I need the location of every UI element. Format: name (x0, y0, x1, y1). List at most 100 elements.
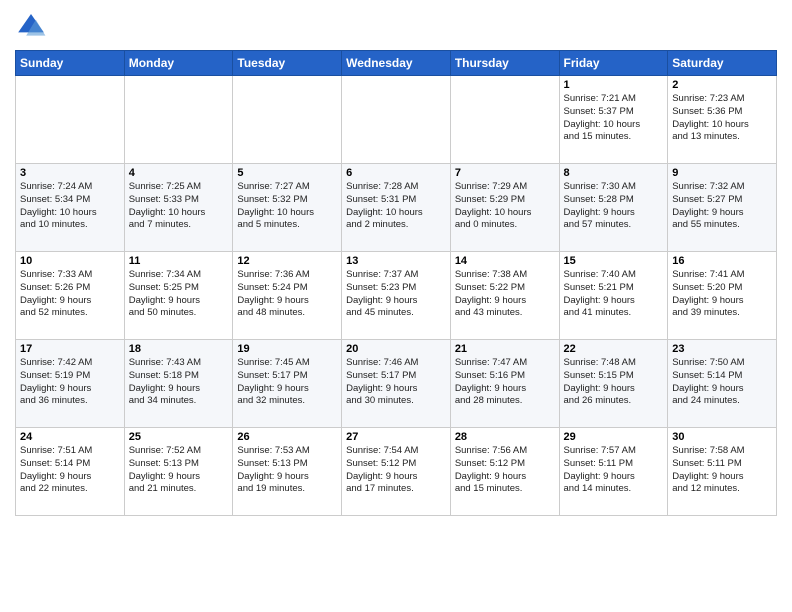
day-number: 20 (346, 343, 446, 355)
day-info: Sunrise: 7:51 AM Sunset: 5:14 PM Dayligh… (20, 445, 120, 496)
day-cell: 12 Sunrise: 7:36 AM Sunset: 5:24 PM Dayli… (233, 252, 342, 340)
col-header-friday: Friday (559, 51, 668, 76)
day-number: 24 (20, 431, 120, 443)
day-info: Sunrise: 7:37 AM Sunset: 5:23 PM Dayligh… (346, 269, 446, 320)
day-info: Sunrise: 7:56 AM Sunset: 5:12 PM Dayligh… (455, 445, 555, 496)
day-cell: 22 Sunrise: 7:48 AM Sunset: 5:15 PM Dayli… (559, 340, 668, 428)
day-cell: 21 Sunrise: 7:47 AM Sunset: 5:16 PM Dayli… (450, 340, 559, 428)
day-info: Sunrise: 7:46 AM Sunset: 5:17 PM Dayligh… (346, 357, 446, 408)
day-number: 23 (672, 343, 772, 355)
day-info: Sunrise: 7:40 AM Sunset: 5:21 PM Dayligh… (564, 269, 664, 320)
day-info: Sunrise: 7:47 AM Sunset: 5:16 PM Dayligh… (455, 357, 555, 408)
day-info: Sunrise: 7:21 AM Sunset: 5:37 PM Dayligh… (564, 93, 664, 144)
day-cell: 29 Sunrise: 7:57 AM Sunset: 5:11 PM Dayli… (559, 428, 668, 516)
day-cell: 20 Sunrise: 7:46 AM Sunset: 5:17 PM Dayli… (342, 340, 451, 428)
day-cell: 26 Sunrise: 7:53 AM Sunset: 5:13 PM Dayli… (233, 428, 342, 516)
day-number: 12 (237, 255, 337, 267)
col-header-thursday: Thursday (450, 51, 559, 76)
day-info: Sunrise: 7:38 AM Sunset: 5:22 PM Dayligh… (455, 269, 555, 320)
day-cell (342, 76, 451, 164)
day-number: 7 (455, 167, 555, 179)
col-header-wednesday: Wednesday (342, 51, 451, 76)
day-cell: 10 Sunrise: 7:33 AM Sunset: 5:26 PM Dayli… (16, 252, 125, 340)
day-number: 13 (346, 255, 446, 267)
col-header-monday: Monday (124, 51, 233, 76)
day-info: Sunrise: 7:23 AM Sunset: 5:36 PM Dayligh… (672, 93, 772, 144)
day-info: Sunrise: 7:28 AM Sunset: 5:31 PM Dayligh… (346, 181, 446, 232)
col-header-tuesday: Tuesday (233, 51, 342, 76)
day-number: 1 (564, 79, 664, 91)
day-info: Sunrise: 7:42 AM Sunset: 5:19 PM Dayligh… (20, 357, 120, 408)
logo-icon (15, 10, 47, 42)
day-info: Sunrise: 7:58 AM Sunset: 5:11 PM Dayligh… (672, 445, 772, 496)
day-cell: 30Sunrise: 7:58 AM Sunset: 5:11 PM Dayli… (668, 428, 777, 516)
day-number: 5 (237, 167, 337, 179)
day-cell: 16Sunrise: 7:41 AM Sunset: 5:20 PM Dayli… (668, 252, 777, 340)
day-cell: 6 Sunrise: 7:28 AM Sunset: 5:31 PM Daylig… (342, 164, 451, 252)
day-info: Sunrise: 7:27 AM Sunset: 5:32 PM Dayligh… (237, 181, 337, 232)
day-cell: 18 Sunrise: 7:43 AM Sunset: 5:18 PM Dayli… (124, 340, 233, 428)
page: SundayMondayTuesdayWednesdayThursdayFrid… (0, 0, 792, 612)
day-info: Sunrise: 7:53 AM Sunset: 5:13 PM Dayligh… (237, 445, 337, 496)
day-cell (124, 76, 233, 164)
day-cell: 3 Sunrise: 7:24 AM Sunset: 5:34 PM Daylig… (16, 164, 125, 252)
week-row-1: 1 Sunrise: 7:21 AM Sunset: 5:37 PM Daylig… (16, 76, 777, 164)
day-cell: 24 Sunrise: 7:51 AM Sunset: 5:14 PM Dayli… (16, 428, 125, 516)
day-info: Sunrise: 7:30 AM Sunset: 5:28 PM Dayligh… (564, 181, 664, 232)
day-info: Sunrise: 7:48 AM Sunset: 5:15 PM Dayligh… (564, 357, 664, 408)
col-header-saturday: Saturday (668, 51, 777, 76)
day-number: 10 (20, 255, 120, 267)
day-number: 29 (564, 431, 664, 443)
day-cell: 13 Sunrise: 7:37 AM Sunset: 5:23 PM Dayli… (342, 252, 451, 340)
day-number: 3 (20, 167, 120, 179)
day-cell: 9 Sunrise: 7:32 AM Sunset: 5:27 PM Daylig… (668, 164, 777, 252)
day-cell: 8 Sunrise: 7:30 AM Sunset: 5:28 PM Daylig… (559, 164, 668, 252)
day-number: 18 (129, 343, 229, 355)
day-cell: 25Sunrise: 7:52 AM Sunset: 5:13 PM Dayli… (124, 428, 233, 516)
day-cell: 5 Sunrise: 7:27 AM Sunset: 5:32 PM Daylig… (233, 164, 342, 252)
day-number: 16 (672, 255, 772, 267)
day-info: Sunrise: 7:24 AM Sunset: 5:34 PM Dayligh… (20, 181, 120, 232)
day-number: 19 (237, 343, 337, 355)
header-row: SundayMondayTuesdayWednesdayThursdayFrid… (16, 51, 777, 76)
day-cell: 19 Sunrise: 7:45 AM Sunset: 5:17 PM Dayli… (233, 340, 342, 428)
day-number: 22 (564, 343, 664, 355)
day-info: Sunrise: 7:54 AM Sunset: 5:12 PM Dayligh… (346, 445, 446, 496)
day-cell: 11Sunrise: 7:34 AM Sunset: 5:25 PM Dayli… (124, 252, 233, 340)
day-number: 25 (129, 431, 229, 443)
day-cell: 4 Sunrise: 7:25 AM Sunset: 5:33 PM Daylig… (124, 164, 233, 252)
day-cell: 2 Sunrise: 7:23 AM Sunset: 5:36 PM Daylig… (668, 76, 777, 164)
day-info: Sunrise: 7:33 AM Sunset: 5:26 PM Dayligh… (20, 269, 120, 320)
day-number: 27 (346, 431, 446, 443)
week-row-3: 10 Sunrise: 7:33 AM Sunset: 5:26 PM Dayli… (16, 252, 777, 340)
day-number: 26 (237, 431, 337, 443)
day-number: 28 (455, 431, 555, 443)
day-number: 2 (672, 79, 772, 91)
day-info: Sunrise: 7:25 AM Sunset: 5:33 PM Dayligh… (129, 181, 229, 232)
day-info: Sunrise: 7:32 AM Sunset: 5:27 PM Dayligh… (672, 181, 772, 232)
day-cell: 17Sunrise: 7:42 AM Sunset: 5:19 PM Dayli… (16, 340, 125, 428)
day-number: 4 (129, 167, 229, 179)
week-row-5: 24 Sunrise: 7:51 AM Sunset: 5:14 PM Dayli… (16, 428, 777, 516)
day-info: Sunrise: 7:43 AM Sunset: 5:18 PM Dayligh… (129, 357, 229, 408)
week-row-2: 3 Sunrise: 7:24 AM Sunset: 5:34 PM Daylig… (16, 164, 777, 252)
day-number: 14 (455, 255, 555, 267)
day-number: 6 (346, 167, 446, 179)
day-cell (233, 76, 342, 164)
day-number: 15 (564, 255, 664, 267)
day-info: Sunrise: 7:29 AM Sunset: 5:29 PM Dayligh… (455, 181, 555, 232)
day-info: Sunrise: 7:45 AM Sunset: 5:17 PM Dayligh… (237, 357, 337, 408)
day-info: Sunrise: 7:50 AM Sunset: 5:14 PM Dayligh… (672, 357, 772, 408)
day-cell: 7 Sunrise: 7:29 AM Sunset: 5:29 PM Daylig… (450, 164, 559, 252)
day-info: Sunrise: 7:57 AM Sunset: 5:11 PM Dayligh… (564, 445, 664, 496)
logo (15, 10, 51, 42)
day-info: Sunrise: 7:36 AM Sunset: 5:24 PM Dayligh… (237, 269, 337, 320)
day-number: 21 (455, 343, 555, 355)
day-cell: 14 Sunrise: 7:38 AM Sunset: 5:22 PM Dayli… (450, 252, 559, 340)
header (15, 10, 777, 42)
calendar-table: SundayMondayTuesdayWednesdayThursdayFrid… (15, 50, 777, 516)
day-cell: 1 Sunrise: 7:21 AM Sunset: 5:37 PM Daylig… (559, 76, 668, 164)
day-cell (16, 76, 125, 164)
day-number: 9 (672, 167, 772, 179)
day-number: 8 (564, 167, 664, 179)
